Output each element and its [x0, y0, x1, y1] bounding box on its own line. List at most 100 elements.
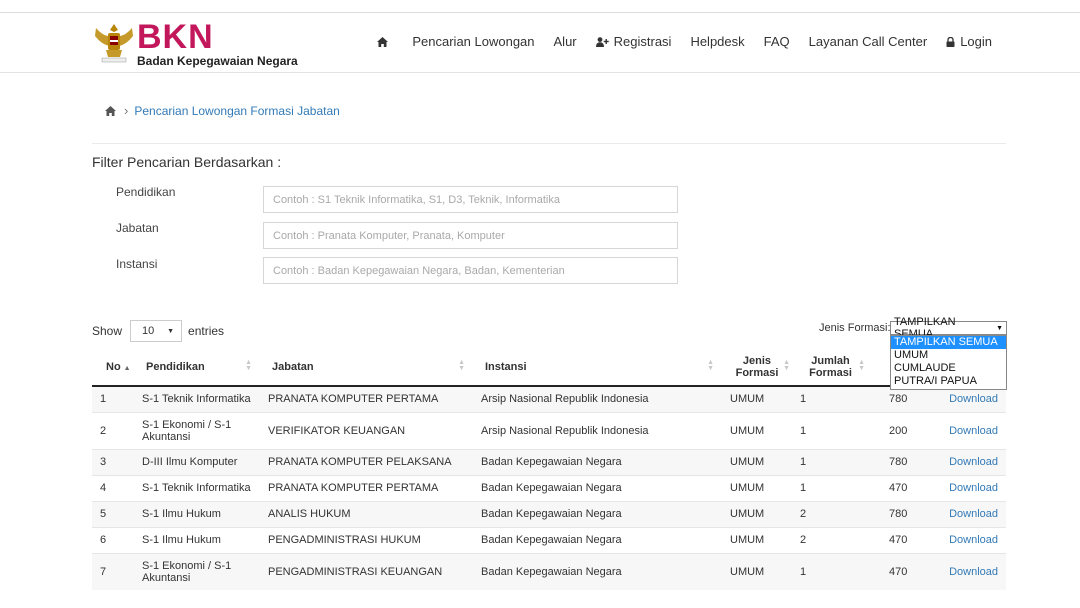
cell-jenis: UMUM: [722, 500, 792, 527]
cell-pendidikan: S-1 Ilmu Hukum: [134, 500, 260, 527]
navbar: BKN Badan Kepegawaian Negara Pencarian L…: [0, 13, 1080, 73]
sort-icon: ▲ ▼: [858, 359, 865, 372]
pendidikan-input[interactable]: [263, 186, 678, 213]
home-icon: [377, 36, 389, 47]
jabatan-label: Jabatan: [116, 221, 159, 235]
jenis-formasi-dropdown: TAMPILKAN SEMUA UMUM CUMLAUDE PUTRA/I PA…: [890, 335, 1007, 390]
user-plus-icon: [595, 36, 609, 47]
cell-instansi: Badan Kepegawaian Negara: [473, 526, 722, 553]
table-row: 7 S-1 Ekonomi / S-1 Akuntansi PENGADMINI…: [92, 552, 1006, 590]
cell-gaji: 200: [869, 411, 934, 449]
option-putra-papua[interactable]: PUTRA/I PAPUA: [891, 375, 1006, 388]
cell-instansi: Badan Kepegawaian Negara: [473, 552, 722, 590]
table-row: 4 S-1 Teknik Informatika PRANATA KOMPUTE…: [92, 474, 1006, 501]
nav-faq[interactable]: FAQ: [764, 34, 790, 49]
cell-no: 3: [92, 448, 134, 475]
sort-icon: ▲ ▼: [707, 359, 714, 372]
th-jumlah-formasi[interactable]: Jumlah Formasi ▲ ▼: [792, 348, 869, 387]
cell-jabatan: VERIFIKATOR KEUANGAN: [260, 411, 473, 449]
nav-login-label: Login: [960, 34, 992, 49]
download-link[interactable]: Download: [949, 393, 998, 405]
sort-icon: ▲ ▼: [245, 359, 252, 372]
instansi-input[interactable]: [263, 257, 678, 284]
cell-gaji: 780: [869, 500, 934, 527]
breadcrumb-current[interactable]: Pencarian Lowongan Formasi Jabatan: [134, 104, 339, 118]
cell-jabatan: ANALIS HUKUM: [260, 500, 473, 527]
cell-no: 4: [92, 474, 134, 501]
cell-jumlah: 1: [792, 448, 869, 475]
cell-no: 7: [92, 552, 134, 590]
cell-pendidikan: S-1 Ekonomi / S-1 Akuntansi: [134, 411, 260, 449]
cell-pendidikan: S-1 Ekonomi / S-1 Akuntansi: [134, 552, 260, 590]
option-umum[interactable]: UMUM: [891, 349, 1006, 362]
cell-jabatan: PENGADMINISTRASI HUKUM: [260, 526, 473, 553]
cell-gaji: 470: [869, 474, 934, 501]
sort-icon: ▲ ▼: [783, 359, 790, 372]
nav-helpdesk[interactable]: Helpdesk: [690, 34, 744, 49]
download-link[interactable]: Download: [949, 508, 998, 520]
cell-jumlah: 1: [792, 411, 869, 449]
cell-jenis: UMUM: [722, 448, 792, 475]
home-icon[interactable]: [105, 105, 116, 116]
formasi-table: No ▲ Pendidikan ▲ ▼ Jabatan ▲ ▼ Instansi ▲ ▼ Je…: [92, 348, 1006, 590]
garuda-emblem-icon: [95, 24, 133, 63]
option-tampilkan-semua[interactable]: TAMPILKAN SEMUA: [891, 336, 1006, 349]
chevron-down-icon: ▼: [167, 327, 175, 335]
lock-icon: [946, 36, 955, 47]
entries-select[interactable]: 10 ▼: [130, 320, 183, 342]
table-header-row: No ▲ Pendidikan ▲ ▼ Jabatan ▲ ▼ Instansi ▲ ▼ Je…: [92, 348, 1006, 387]
cell-no: 5: [92, 500, 134, 527]
cell-pendidikan: S-1 Teknik Informatika: [134, 474, 260, 501]
cell-jabatan: PRANATA KOMPUTER PELAKSANA: [260, 448, 473, 475]
cell-gaji: 470: [869, 526, 934, 553]
main-nav: Pencarian Lowongan Alur Registrasi Helpd…: [358, 34, 992, 49]
cell-jumlah: 2: [792, 500, 869, 527]
nav-pencarian-lowongan[interactable]: Pencarian Lowongan: [412, 34, 534, 49]
show-label: Show: [92, 324, 123, 338]
cell-jabatan: PENGADMINISTRASI KEUANGAN: [260, 552, 473, 590]
cell-jenis: UMUM: [722, 385, 792, 412]
nav-login[interactable]: Login: [946, 34, 992, 49]
download-link[interactable]: Download: [949, 425, 998, 437]
cell-pendidikan: S-1 Teknik Informatika: [134, 385, 260, 412]
cell-instansi: Badan Kepegawaian Negara: [473, 448, 722, 475]
bkn-logo[interactable]: BKN Badan Kepegawaian Negara: [93, 18, 303, 68]
jenis-formasi-select[interactable]: TAMPILKAN SEMUA ▼: [890, 316, 1007, 340]
cell-pendidikan: D-III Ilmu Komputer: [134, 448, 260, 475]
cell-no: 6: [92, 526, 134, 553]
option-cumlaude[interactable]: CUMLAUDE: [891, 362, 1006, 375]
cell-jumlah: 1: [792, 474, 869, 501]
nav-call-center[interactable]: Layanan Call Center: [809, 34, 928, 49]
cell-jumlah: 1: [792, 552, 869, 590]
cell-no: 2: [92, 411, 134, 449]
download-link[interactable]: Download: [949, 566, 998, 578]
breadcrumb: › Pencarian Lowongan Formasi Jabatan: [105, 103, 340, 118]
instansi-label: Instansi: [116, 257, 158, 271]
cell-jenis: UMUM: [722, 411, 792, 449]
th-pendidikan[interactable]: Pendidikan ▲ ▼: [134, 348, 260, 387]
pendidikan-label: Pendidikan: [116, 185, 176, 199]
th-jenis-formasi[interactable]: Jenis Formasi ▲ ▼: [722, 348, 792, 387]
nav-registrasi-label: Registrasi: [613, 34, 672, 49]
sort-icon: ▲ ▼: [458, 359, 465, 372]
th-instansi[interactable]: Instansi ▲ ▼: [473, 348, 722, 387]
download-link[interactable]: Download: [949, 482, 998, 494]
cell-gaji: 470: [869, 552, 934, 590]
brand-word: BKN: [137, 18, 214, 56]
nav-alur[interactable]: Alur: [554, 34, 577, 49]
th-no[interactable]: No ▲: [92, 348, 134, 387]
th-jabatan[interactable]: Jabatan ▲ ▼: [260, 348, 473, 387]
cell-instansi: Arsip Nasional Republik Indonesia: [473, 385, 722, 412]
show-entries: Show 10 ▼ entries: [92, 320, 224, 342]
nav-registrasi[interactable]: Registrasi: [595, 34, 672, 49]
table-row: 6 S-1 Ilmu Hukum PENGADMINISTRASI HUKUM …: [92, 526, 1006, 553]
chevron-down-icon: ▼: [996, 324, 1003, 332]
cell-jabatan: PRANATA KOMPUTER PERTAMA: [260, 385, 473, 412]
download-link[interactable]: Download: [949, 534, 998, 546]
nav-home[interactable]: [377, 36, 393, 47]
entries-value: 10: [142, 325, 155, 337]
cell-no: 1: [92, 385, 134, 412]
breadcrumb-chevron-icon: ›: [124, 103, 129, 118]
download-link[interactable]: Download: [949, 456, 998, 468]
jabatan-input[interactable]: [263, 222, 678, 249]
